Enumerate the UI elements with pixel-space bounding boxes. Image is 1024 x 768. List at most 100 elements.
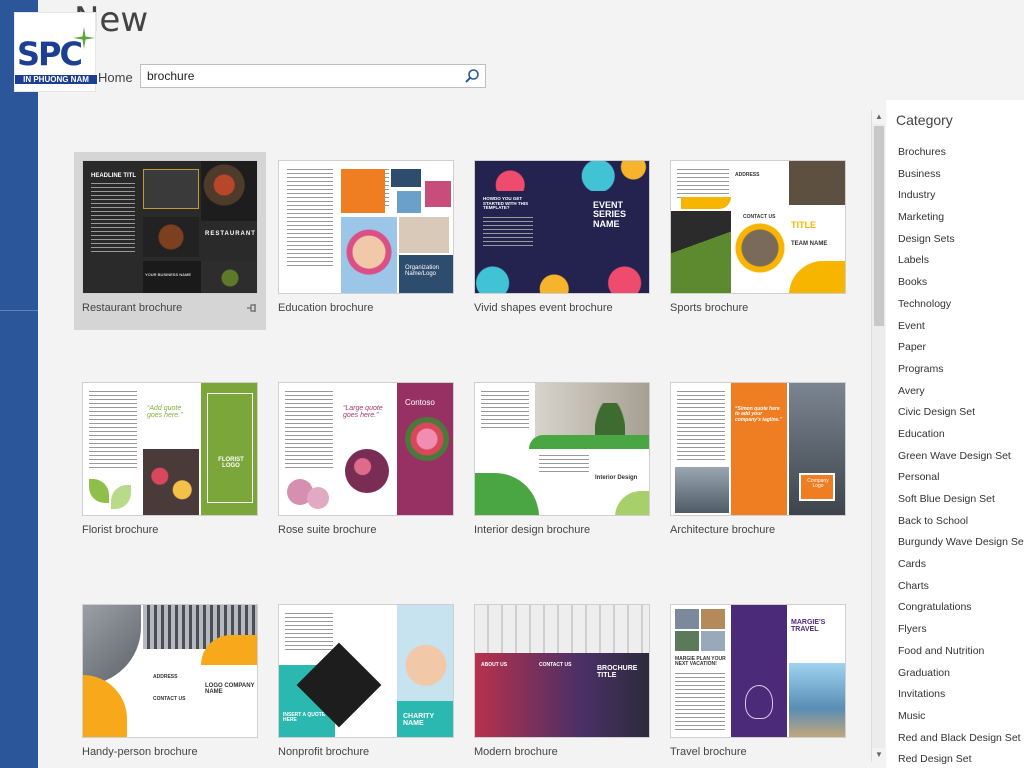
- thumb-quote: “Large quote goes here.”: [343, 405, 383, 420]
- logo-sparkle-icon: [73, 27, 95, 49]
- category-item[interactable]: Programs: [898, 361, 1024, 383]
- thumb-company-logo: Company Logo: [807, 478, 829, 490]
- category-item[interactable]: Back to School: [898, 513, 1024, 535]
- thumb-howdo: HOWDO YOU GET STARTED WITH THIS TEMPLATE…: [483, 196, 529, 211]
- category-item[interactable]: Invitations: [898, 686, 1024, 708]
- template-label: Architecture brochure: [670, 524, 776, 536]
- template-tile-vivid-shapes[interactable]: HOWDO YOU GET STARTED WITH THIS TEMPLATE…: [466, 152, 658, 330]
- search-icon[interactable]: [464, 68, 480, 84]
- category-list: Brochures Business Industry Marketing De…: [898, 144, 1024, 768]
- thumb-plan-vacation: MARGIE PLAN YOUR NEXT VACATION!: [675, 656, 726, 668]
- category-item[interactable]: Charts: [898, 578, 1024, 600]
- category-item[interactable]: Paper: [898, 339, 1024, 361]
- template-tile-sports[interactable]: ADDRESS CONTACT US TITLE TEAM NAME Sport…: [662, 152, 854, 330]
- template-thumbnail: HOWDO YOU GET STARTED WITH THIS TEMPLATE…: [474, 160, 650, 294]
- category-item[interactable]: Labels: [898, 252, 1024, 274]
- category-panel: Category Brochures Business Industry Mar…: [886, 100, 1024, 768]
- category-item[interactable]: Burgundy Wave Design Set: [898, 534, 1024, 556]
- category-item[interactable]: Cards: [898, 556, 1024, 578]
- template-thumbnail: INSERT A QUOTE HERE CHARITY NAME: [278, 604, 454, 738]
- template-tile-interior[interactable]: Interior Design Interior design brochure: [466, 374, 658, 552]
- category-item[interactable]: Congratulations: [898, 599, 1024, 621]
- category-item[interactable]: Graduation: [898, 665, 1024, 687]
- thumb-interior: Interior Design: [595, 475, 638, 481]
- template-label: Vivid shapes event brochure: [474, 302, 613, 314]
- template-label: Restaurant brochure: [82, 302, 183, 314]
- thumb-quote: “Simon quote here to add your company's …: [735, 406, 783, 423]
- category-item[interactable]: Red Design Set: [898, 751, 1024, 768]
- category-item[interactable]: Design Sets: [898, 231, 1024, 253]
- thumb-event-series: EVENT SERIES NAME: [593, 200, 627, 229]
- category-item[interactable]: Food and Nutrition: [898, 643, 1024, 665]
- template-label: Handy-person brochure: [82, 746, 198, 758]
- category-title: Category: [896, 112, 953, 128]
- category-item[interactable]: Personal: [898, 469, 1024, 491]
- category-item[interactable]: Red and Black Design Set: [898, 730, 1024, 752]
- category-item[interactable]: Civic Design Set: [898, 404, 1024, 426]
- thumb-quote: “Add quote goes here.”: [147, 405, 183, 420]
- thumb-insert-quote: INSERT A QUOTE HERE: [283, 712, 326, 724]
- pin-icon[interactable]: [246, 302, 258, 314]
- category-item[interactable]: Brochures: [898, 144, 1024, 166]
- thumb-title: TITLE: [791, 220, 816, 230]
- thumb-about-us: ABOUT US: [481, 662, 508, 668]
- category-item[interactable]: Event: [898, 318, 1024, 340]
- template-label: Florist brochure: [82, 524, 159, 536]
- category-item[interactable]: Green Wave Design Set: [898, 448, 1024, 470]
- category-item[interactable]: Soft Blue Design Set: [898, 491, 1024, 513]
- category-item[interactable]: Music: [898, 708, 1024, 730]
- template-thumbnail: MARGIE PLAN YOUR NEXT VACATION! MARGIE'S…: [670, 604, 846, 738]
- template-label: Interior design brochure: [474, 524, 591, 536]
- backstage-nav-rail: [0, 0, 38, 768]
- brand-logo: SPC IN PHUONG NAM: [14, 12, 97, 92]
- search-input[interactable]: [147, 67, 457, 85]
- template-thumbnail: HEADLINE TITL RESTAURANT YOUR BUSINESS N…: [82, 160, 258, 294]
- thumb-margies-travel: MARGIE'S TRAVEL: [791, 619, 826, 634]
- category-item[interactable]: Marketing: [898, 209, 1024, 231]
- template-label: Education brochure: [278, 302, 374, 314]
- template-tile-restaurant[interactable]: HEADLINE TITL RESTAURANT YOUR BUSINESS N…: [74, 152, 266, 330]
- thumb-company-name: LOGO COMPANY NAME: [205, 683, 255, 696]
- thumb-address: ADDRESS: [735, 172, 760, 178]
- thumb-contact: CONTACT US: [153, 696, 186, 702]
- template-thumbnail: ABOUT US CONTACT US BROCHURE TITLE: [474, 604, 650, 738]
- scroll-up-icon[interactable]: ▲: [872, 110, 886, 124]
- template-tile-handy-person[interactable]: ADDRESS CONTACT US LOGO COMPANY NAME Han…: [74, 596, 266, 768]
- template-thumbnail: “Add quote goes here.” FLORIST LOGO: [82, 382, 258, 516]
- category-item[interactable]: Business: [898, 166, 1024, 188]
- template-label: Modern brochure: [474, 746, 558, 758]
- category-item[interactable]: Books: [898, 274, 1024, 296]
- thumb-contact-us: CONTACT US: [539, 662, 572, 668]
- nav-divider: [0, 310, 38, 311]
- thumb-contact: CONTACT US: [743, 214, 776, 220]
- thumb-org-name: Organization Name/Logo: [405, 265, 440, 278]
- template-label: Sports brochure: [670, 302, 749, 314]
- template-thumbnail: Organization Name/Logo: [278, 160, 454, 294]
- thumb-contoso: Contoso: [405, 398, 435, 407]
- category-item[interactable]: Education: [898, 426, 1024, 448]
- home-link[interactable]: Home: [98, 70, 133, 85]
- template-tile-nonprofit[interactable]: INSERT A QUOTE HERE CHARITY NAME Nonprof…: [270, 596, 462, 768]
- category-item[interactable]: Avery: [898, 383, 1024, 405]
- template-label: Travel brochure: [670, 746, 747, 758]
- template-label: Nonprofit brochure: [278, 746, 370, 758]
- template-tile-modern[interactable]: ABOUT US CONTACT US BROCHURE TITLE Moder…: [466, 596, 658, 768]
- template-thumbnail: ADDRESS CONTACT US LOGO COMPANY NAME: [82, 604, 258, 738]
- template-tile-travel[interactable]: MARGIE PLAN YOUR NEXT VACATION! MARGIE'S…: [662, 596, 854, 768]
- thumb-business-name: YOUR BUSINESS NAME: [145, 272, 192, 277]
- category-item[interactable]: Flyers: [898, 621, 1024, 643]
- template-tile-education[interactable]: Organization Name/Logo Education brochur…: [270, 152, 462, 330]
- template-scrollbar[interactable]: ▲ ▼: [871, 110, 886, 762]
- thumb-charity-name: CHARITY NAME: [403, 713, 434, 728]
- thumb-team-name: TEAM NAME: [791, 241, 828, 247]
- template-tile-florist[interactable]: “Add quote goes here.” FLORIST LOGO Flor…: [74, 374, 266, 552]
- scroll-down-icon[interactable]: ▼: [872, 748, 886, 762]
- template-tile-architecture[interactable]: “Simon quote here to add your company's …: [662, 374, 854, 552]
- category-item[interactable]: Technology: [898, 296, 1024, 318]
- category-item[interactable]: Industry: [898, 187, 1024, 209]
- thumb-headline: HEADLINE TITL: [91, 173, 136, 179]
- template-thumbnail: ADDRESS CONTACT US TITLE TEAM NAME: [670, 160, 846, 294]
- scroll-thumb[interactable]: [874, 126, 884, 326]
- template-tile-rose-suite[interactable]: “Large quote goes here.” Contoso Rose su…: [270, 374, 462, 552]
- thumb-brochure-title: BROCHURE TITLE: [597, 665, 638, 680]
